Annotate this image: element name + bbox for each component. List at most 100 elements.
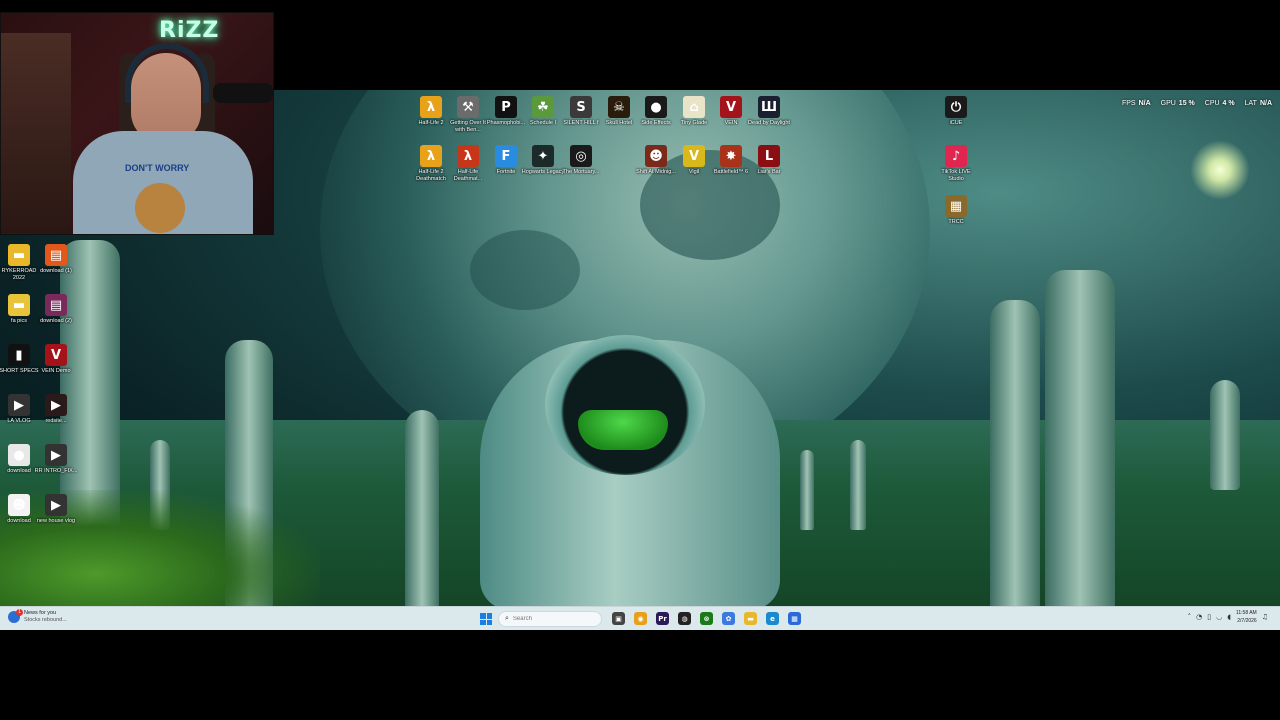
perf-stat-value: 4 % bbox=[1222, 100, 1235, 107]
trcc-icon: ▦ bbox=[945, 195, 967, 217]
wifi-icon[interactable]: ◡ bbox=[1216, 613, 1222, 621]
xbox-icon[interactable]: ⊗ bbox=[700, 612, 713, 625]
webcam-overlay: RiZZ DON'T WORRY bbox=[0, 12, 274, 235]
perf-stat-key: FPS bbox=[1121, 100, 1136, 107]
tiny-glade-icon: ⌂ bbox=[683, 96, 705, 118]
performance-overlay: FPS N/A GPU 15 % CPU 4 % LAT N/A bbox=[1122, 100, 1272, 107]
file-explorer-icon[interactable]: ▬ bbox=[744, 612, 757, 625]
windows-logo-icon bbox=[480, 613, 486, 619]
schedule-i-icon: ☘ bbox=[532, 96, 554, 118]
premiere-pro-icon[interactable]: Pr bbox=[656, 612, 669, 625]
neon-sign: RiZZ bbox=[159, 18, 220, 43]
search-box[interactable]: ⌕ bbox=[498, 611, 602, 627]
desktop-icon-label: TRCC bbox=[948, 219, 964, 225]
dead-by-daylight-icon: Ш bbox=[758, 96, 780, 118]
perf-stat-key: GPU bbox=[1160, 100, 1176, 107]
silent-hill-icon: S bbox=[570, 96, 592, 118]
reddit-image-icon: ● bbox=[8, 444, 30, 466]
clock-date: 2/7/2026 bbox=[1237, 618, 1257, 624]
video-file-icon: ▶ bbox=[45, 494, 67, 516]
image-file-icon: ▤ bbox=[45, 244, 67, 266]
wallpaper-sun bbox=[1190, 140, 1250, 200]
desktop-icon-label: Dead by Daylight bbox=[748, 120, 790, 126]
network-icon[interactable]: ◔ bbox=[1196, 613, 1202, 621]
task-view-icon[interactable]: ▣ bbox=[612, 612, 625, 625]
start-button[interactable] bbox=[480, 613, 492, 625]
store-icon[interactable]: ▦ bbox=[788, 612, 801, 625]
perf-stat: CPU 4 % bbox=[1205, 100, 1235, 107]
headphones bbox=[125, 43, 209, 103]
desktop-icon[interactable]: ♪ TikTok LIVE Studio bbox=[934, 145, 978, 183]
liars-bar-icon: L bbox=[758, 145, 780, 167]
video-file-icon: ▶ bbox=[45, 394, 67, 416]
clock[interactable]: 11:58 AM 2/7/2026 bbox=[1236, 609, 1257, 625]
desktop-icon[interactable]: ▤ download (2) bbox=[34, 294, 78, 325]
news-subtitle: Stocks rebound... bbox=[24, 617, 67, 623]
desktop-icon-label: iCUE bbox=[949, 120, 963, 126]
mortuary-icon: ◎ bbox=[570, 145, 592, 167]
video-frame: RiZZ DON'T WORRY FPS N/A GPU 15 % CPU 4 % LAT N… bbox=[0, 0, 1280, 720]
obs-icon[interactable]: ◍ bbox=[678, 612, 691, 625]
image-file-icon: ▤ bbox=[45, 294, 67, 316]
battlefield-6-icon: ✸ bbox=[720, 145, 742, 167]
desktop-icon[interactable]: Ш Dead by Daylight bbox=[747, 96, 791, 127]
notification-bell-icon[interactable]: ♫ bbox=[1262, 613, 1268, 621]
vigil-icon: V bbox=[683, 145, 705, 167]
desktop-icon-label: new house vlog bbox=[36, 518, 76, 524]
phasmophobia-icon: P bbox=[495, 96, 517, 118]
desktop-icon[interactable]: L Liar's Bar bbox=[747, 145, 791, 176]
perf-stat-key: LAT bbox=[1244, 100, 1257, 107]
desktop-icon-label: RR INTRO_FIX... bbox=[34, 468, 78, 474]
side-effects-icon: ● bbox=[645, 96, 667, 118]
desktop-icon[interactable]: ▤ download (1) bbox=[34, 244, 78, 275]
desktop-icon[interactable]: V VEIN Demo bbox=[34, 344, 78, 375]
perf-stat: LAT N/A bbox=[1245, 100, 1272, 107]
system-tray: ˄ ◔ ▯ ◡ ◖ 11:58 AM 2/7/2026 ♫ bbox=[1188, 609, 1268, 625]
phone-image-icon: ▮ bbox=[8, 344, 30, 366]
video-file-icon: ▶ bbox=[8, 394, 30, 416]
desktop-icon-label: The Mortuary... bbox=[562, 169, 600, 175]
icue-icon: ⏻ bbox=[945, 96, 967, 118]
desktop-icon[interactable]: ▶ RR INTRO_FIX... bbox=[34, 444, 78, 475]
hammer-icon: ⚒ bbox=[457, 96, 479, 118]
fortnite-icon: F bbox=[495, 145, 517, 167]
desktop-icon[interactable]: ▦ TRCC bbox=[934, 195, 978, 226]
desktop-icon-label: redsite... bbox=[45, 418, 67, 424]
volume-icon[interactable]: ◖ bbox=[1227, 613, 1231, 621]
tiktok-live-studio-icon: ♪ bbox=[945, 145, 967, 167]
image-file-icon: ☻ bbox=[8, 494, 30, 516]
desktop-icon-label: VEIN Demo bbox=[41, 368, 71, 374]
desktop-icon[interactable]: ⏻ iCUE bbox=[934, 96, 978, 127]
perf-stat-key: CPU bbox=[1204, 100, 1220, 107]
search-input[interactable] bbox=[512, 616, 583, 622]
desktop-icon[interactable]: ▶ new house vlog bbox=[34, 494, 78, 525]
edge-icon[interactable]: e bbox=[766, 612, 779, 625]
perf-stat-value: N/A bbox=[1138, 100, 1151, 107]
search-icon: ⌕ bbox=[505, 615, 509, 622]
shift-at-midnight-icon: ☻ bbox=[645, 145, 667, 167]
desktop-icon-label: download (1) bbox=[40, 268, 72, 274]
half-life-2-deathmatch-icon: λ bbox=[420, 145, 442, 167]
copilot-icon[interactable]: ✿ bbox=[722, 612, 735, 625]
folder-icon: ▬ bbox=[8, 294, 30, 316]
microphone bbox=[213, 83, 273, 103]
half-life-deathmatch-icon: λ bbox=[457, 145, 479, 167]
news-icon: 1 bbox=[8, 609, 23, 623]
desktop-icon-label: TikTok LIVE Studio bbox=[941, 169, 971, 182]
news-title: News for you bbox=[24, 610, 57, 616]
video-file-icon: ▶ bbox=[45, 444, 67, 466]
chevron-up-icon[interactable]: ˄ bbox=[1188, 613, 1192, 621]
hogwarts-legacy-icon: ✦ bbox=[532, 145, 554, 167]
chrome-icon[interactable]: ◉ bbox=[634, 612, 647, 625]
desktop-icon-label: Liar's Bar bbox=[757, 169, 781, 175]
perf-stat: GPU 15 % bbox=[1161, 100, 1195, 107]
battery-icon[interactable]: ▯ bbox=[1207, 613, 1211, 621]
desktop-icon[interactable]: ▶ redsite... bbox=[34, 394, 78, 425]
taskbar: 1 News for you Stocks rebound... ⌕ ▣ ◉ Pr ◍… bbox=[0, 606, 1280, 630]
desktop-icon[interactable]: ◎ The Mortuary... bbox=[559, 145, 603, 176]
skull-hotel-icon: ☠ bbox=[608, 96, 630, 118]
folder-icon: ▬ bbox=[8, 244, 30, 266]
news-widget[interactable]: 1 News for you Stocks rebound... bbox=[8, 609, 67, 624]
perf-stat-value: 15 % bbox=[1178, 100, 1195, 107]
vein-icon: V bbox=[720, 96, 742, 118]
